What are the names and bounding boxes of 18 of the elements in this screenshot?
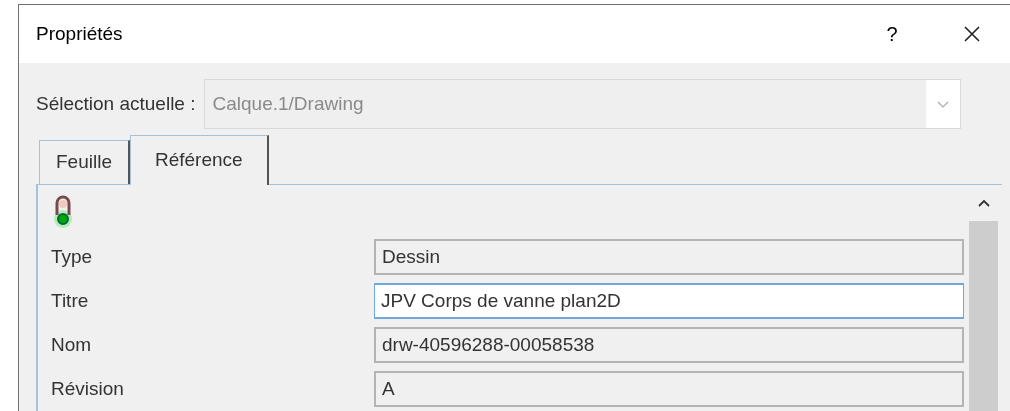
scroll-up-icon[interactable] xyxy=(976,198,991,208)
scrollbar-thumb[interactable] xyxy=(969,221,998,411)
lock-icon xyxy=(51,193,75,231)
close-icon xyxy=(962,24,982,44)
field-label: Nom xyxy=(51,332,93,357)
field-label: Révision xyxy=(51,376,125,401)
value-field[interactable]: JPV Corps de vanne plan2D xyxy=(374,283,964,319)
selection-label: Sélection actuelle : xyxy=(36,91,196,116)
value-field[interactable]: drw-40596288-00058538 xyxy=(374,327,964,363)
tab[interactable]: Référence xyxy=(130,135,269,185)
field-label: Titre xyxy=(51,288,90,313)
window-title: Propriétés xyxy=(36,21,123,46)
chevron-down-icon xyxy=(935,99,950,109)
help-button[interactable]: ? xyxy=(872,14,912,54)
field-label: Type xyxy=(51,244,94,269)
value-field[interactable]: Dessin xyxy=(374,239,964,275)
tab[interactable]: Feuille xyxy=(39,140,130,184)
value-field[interactable]: A xyxy=(374,371,964,407)
